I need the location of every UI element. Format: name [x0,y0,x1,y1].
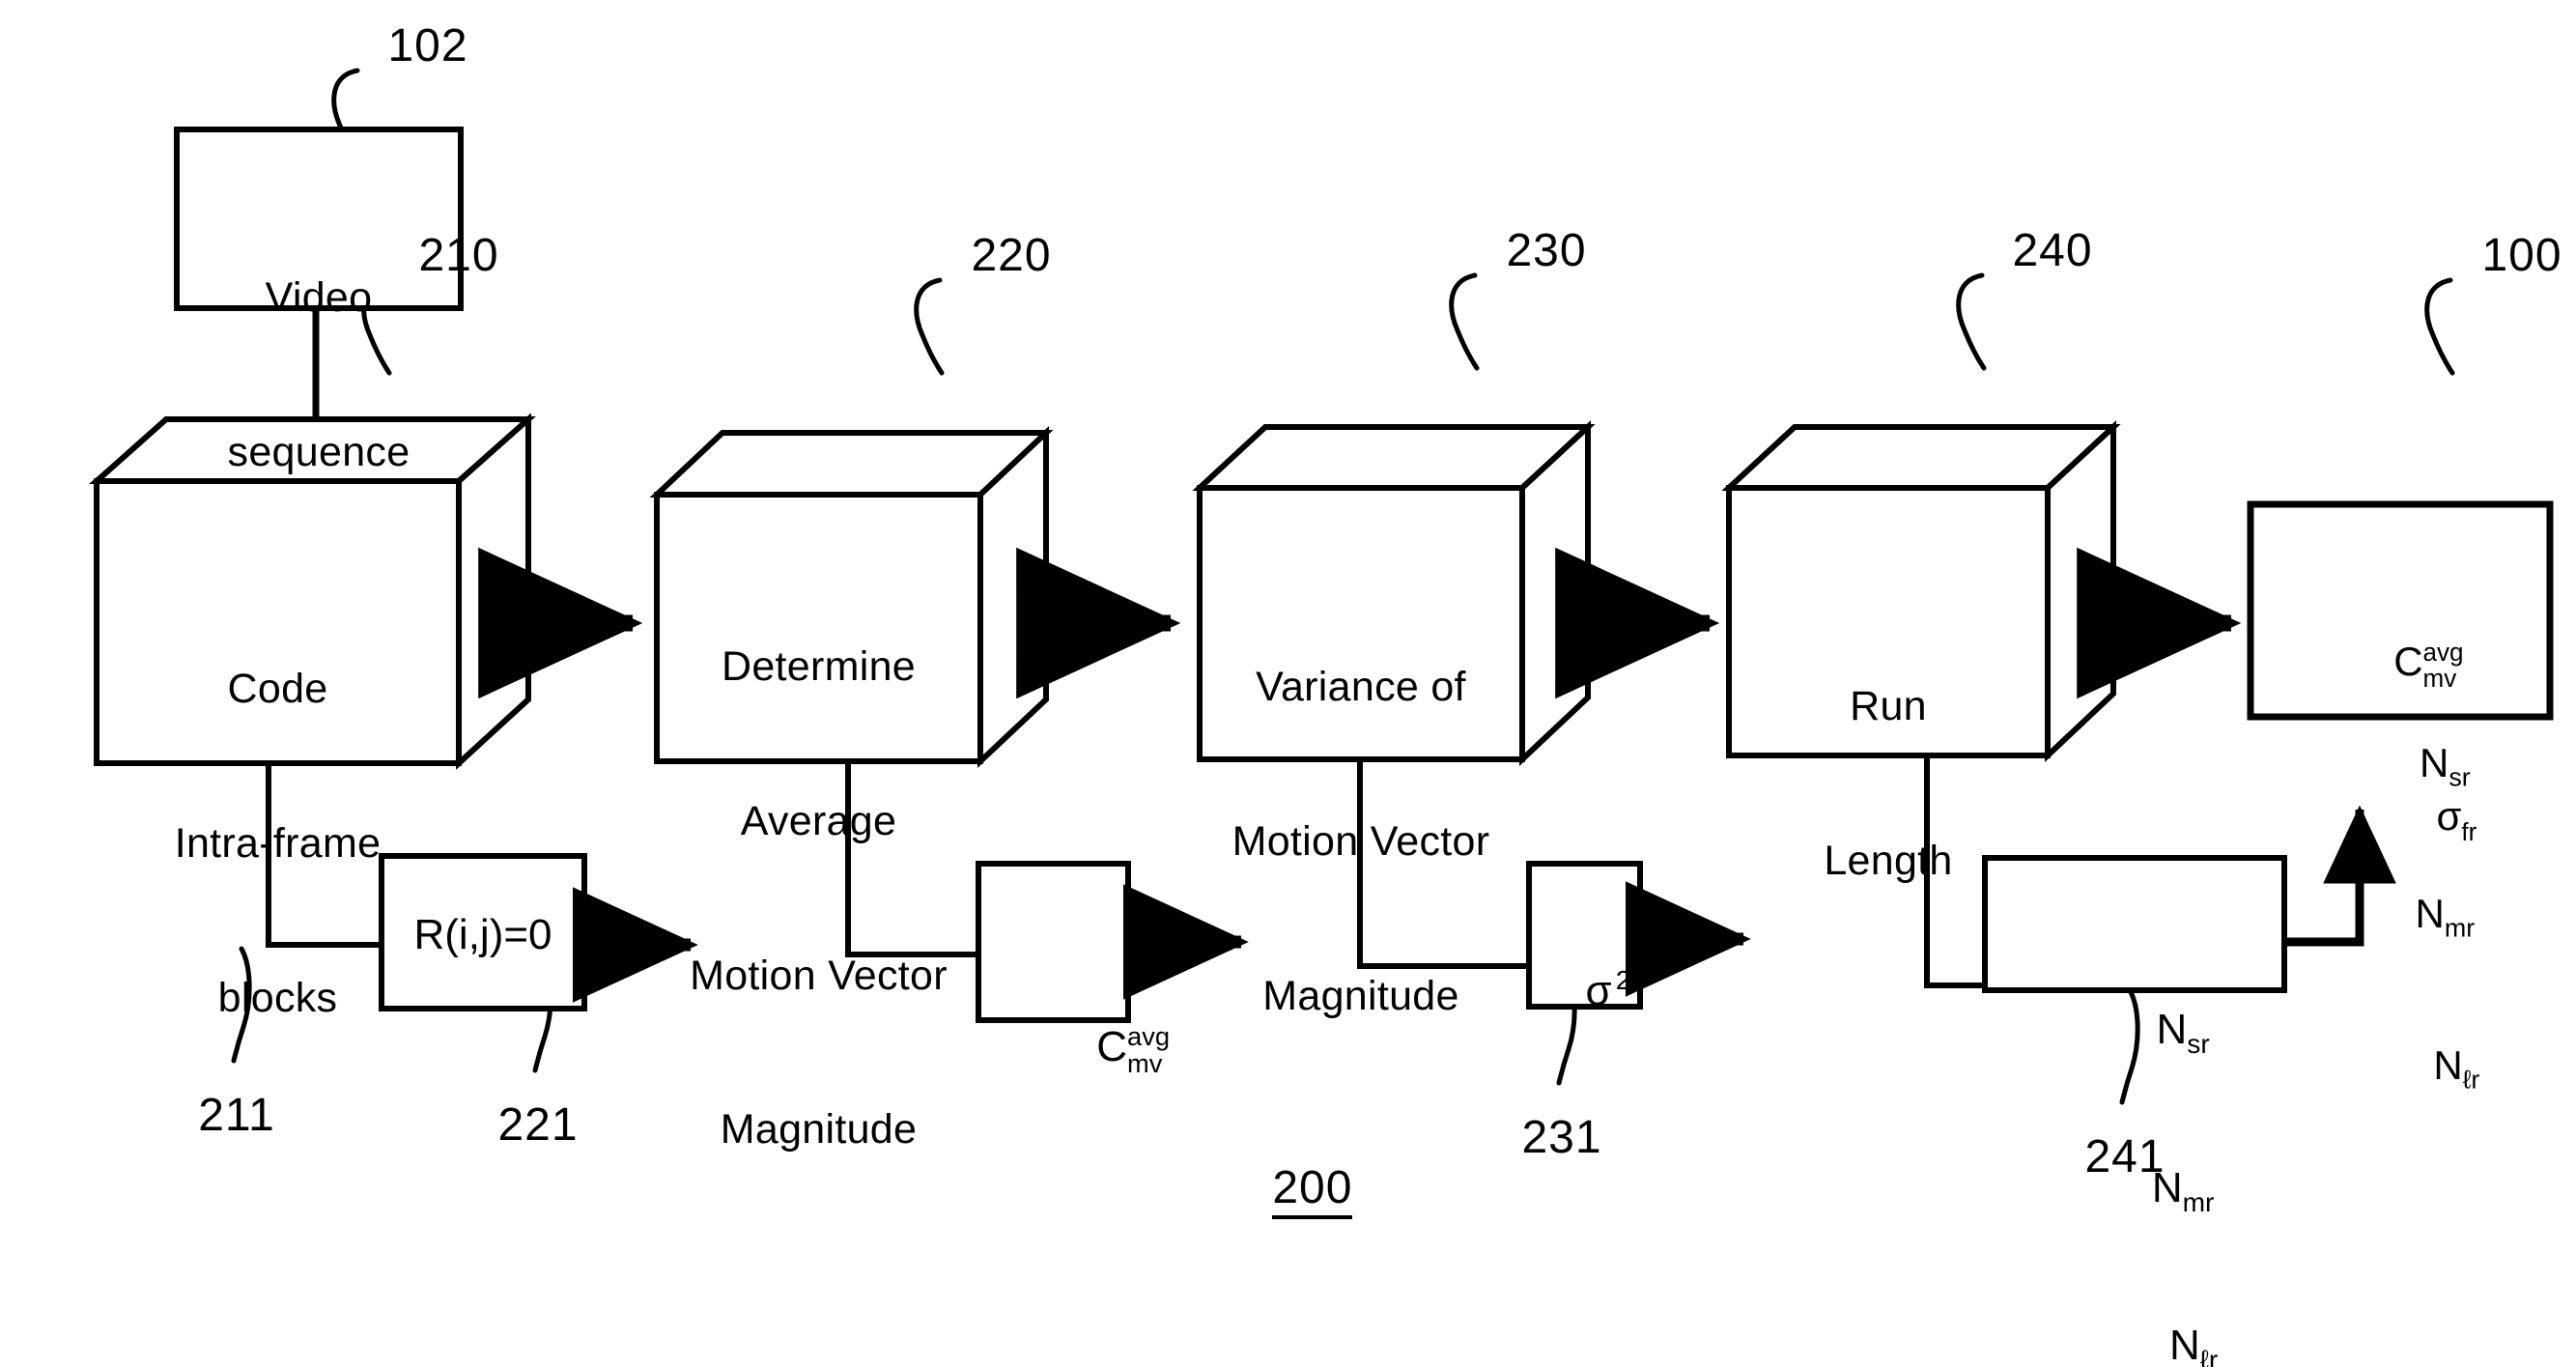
node-label-line: Variance of [1256,663,1466,710]
node-label-line: Code [227,665,328,712]
symbol-base: N [2419,740,2449,786]
leader-220 [914,277,945,376]
output-label-residual: R(i,j)=0 [413,911,552,958]
ref-number-100: 100 [2481,230,2562,281]
symbol-base: N [2415,891,2445,937]
symbol-superscript: avg [1127,1021,1171,1052]
node-label-line: Run [1850,682,1927,729]
output-label-counts: Nsr Nmr Nℓr [1985,898,2284,1367]
feature-vector-row-2: Nsr Nmr Nℓr [2250,638,2550,1191]
symbol-subscript: mr [2444,913,2476,943]
symbol-base: N [2169,1322,2200,1367]
symbol-superscript: 2 [1615,964,1631,995]
symbol-n-sr: Nsr [2085,952,2210,1110]
ref-number-102: 102 [387,20,468,71]
ref-number-220: 220 [971,230,1052,281]
node-label-line: Motion Vector [1231,817,1490,865]
symbol-n-sr: Nsr [2352,688,2471,839]
symbol-base: N [2156,1006,2188,1054]
node-label-line: Length [1824,837,1953,884]
node-label-line: Motion Vector [690,952,948,999]
leader-240 [1956,272,1987,371]
node-label-line: Video [265,273,373,321]
symbol-scripts: avg mv [1127,1023,1170,1077]
symbol-c-avg-mv: Cavg mv [1026,969,1170,1129]
node-label-determine-avg-mv: Determine Average Motion Vector Magnitud… [657,538,980,1259]
symbol-n-mr: Nmr [2347,839,2476,989]
node-label-line: Magnitude [1262,972,1459,1019]
figure-number: 200 [1272,1161,1353,1219]
symbol-subscript: mv [1127,1048,1163,1078]
output-label-avgmv: Cavg mv [978,916,1170,1182]
node-label-code-intra-frame: Code Intra-frame blocks [97,560,459,1126]
node-label-line: Intra-frame [174,819,382,867]
symbol-subscript: sr [2449,762,2471,792]
node-label-line: Magnitude [720,1106,918,1153]
node-label-line: blocks [217,974,338,1021]
ref-number-240: 240 [2012,225,2093,276]
symbol-subscript: sr [2187,1028,2210,1059]
leader-230 [1449,272,1480,371]
symbol-base: N [2433,1041,2463,1088]
symbol-n-mr: Nmr [2081,1109,2215,1267]
node-label-video-sequence: Video sequence [177,169,461,582]
ref-number-230: 230 [1506,225,1587,276]
output-label-sigma: σ2 [1529,912,1640,1070]
symbol-subscript: ℓr [2199,1345,2219,1367]
node-label-line: sequence [227,428,410,475]
patent-figure-diagram: 102 210 220 230 240 100 211 221 231 241 … [0,0,2576,1367]
figure-number-wrapper: 200 [1140,1140,1468,1236]
symbol-subscript: mr [2182,1186,2215,1217]
node-label-variance-mv: Variance of Motion Vector Magnitude [1200,558,1522,1125]
leader-100 [2424,277,2455,376]
node-label-line: Determine [721,642,917,690]
symbol-base: N [2151,1163,2183,1211]
symbol-n-lr: Nℓr [2099,1267,2219,1367]
node-label-line: Average [740,797,897,844]
symbol-n-lr: Nℓr [2365,990,2479,1141]
symbol-base: σ [1585,966,1612,1014]
ref-number-221: 221 [497,1099,579,1151]
symbol-base: C [1096,1023,1128,1071]
symbol-subscript: ℓr [2462,1065,2480,1095]
